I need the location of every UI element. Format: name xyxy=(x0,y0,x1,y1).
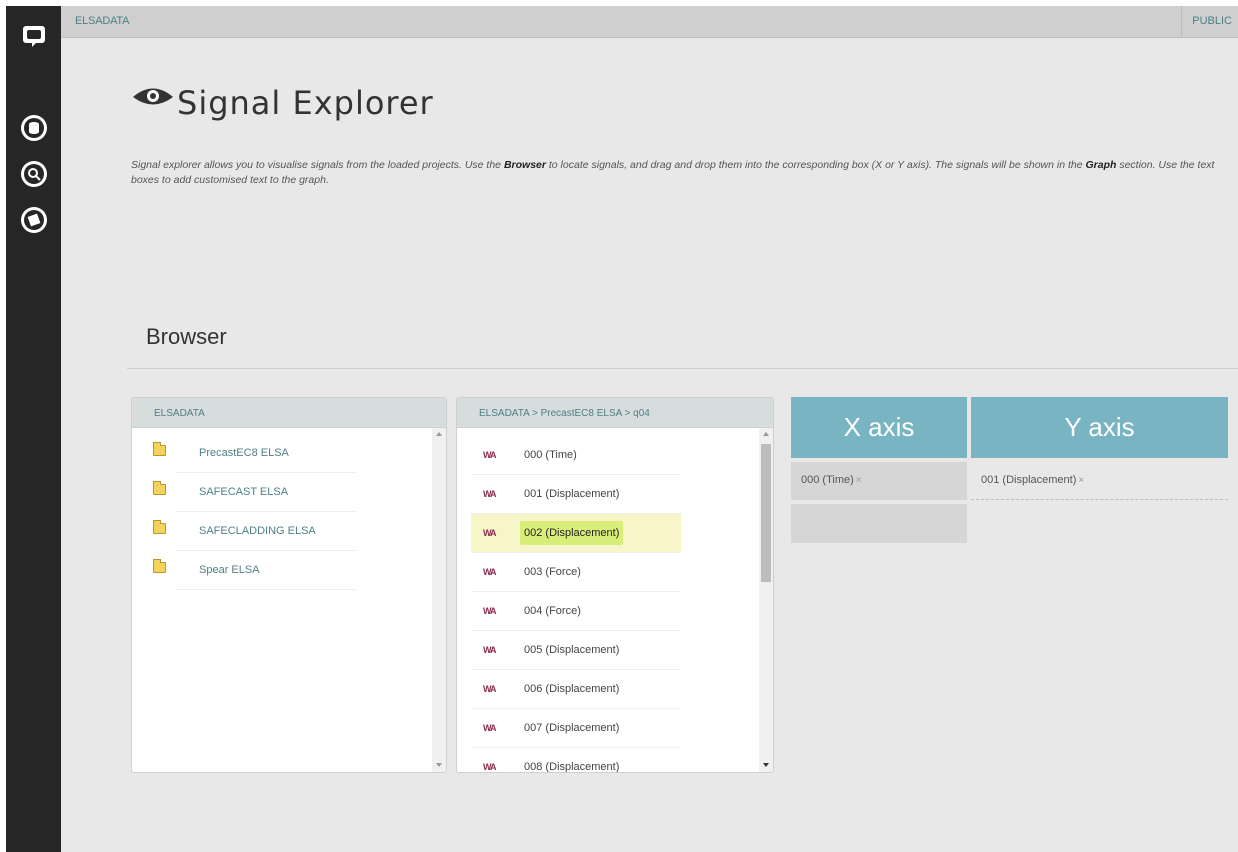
y-axis-signal: 001 (Displacement) xyxy=(981,474,1077,486)
x-axis-empty-slot[interactable] xyxy=(791,504,967,543)
signal-label: 007 (Displacement) xyxy=(524,722,620,734)
waveform-icon: WA xyxy=(483,762,496,772)
signal-label: 003 (Force) xyxy=(524,566,581,578)
signals-panel-breadcrumb[interactable]: ELSADATA > PrecastEC8 ELSA > q04 xyxy=(457,398,773,428)
sidebar-item-manual[interactable] xyxy=(6,200,61,240)
waveform-icon: WA xyxy=(483,645,496,655)
waveform-icon: WA xyxy=(483,450,496,460)
scroll-down-icon[interactable] xyxy=(436,763,442,767)
signal-item[interactable]: WA 008 (Displacement) xyxy=(471,748,681,773)
sidebar-logo-button[interactable] xyxy=(6,16,61,56)
signal-item[interactable]: WA 002 (Displacement) xyxy=(471,514,681,553)
waveform-icon: WA xyxy=(483,567,496,577)
browser-section-title: Browser xyxy=(146,324,227,349)
waveform-icon: WA xyxy=(483,723,496,733)
signal-label: 002 (Displacement) xyxy=(520,521,624,545)
signal-label: 001 (Displacement) xyxy=(524,488,620,500)
main-content: ELSADATA PUBLIC Signal Explorer Signal e… xyxy=(61,6,1238,852)
signal-item[interactable]: WA 001 (Displacement) xyxy=(471,475,681,514)
x-axis-dropzone[interactable]: 000 (Time) × xyxy=(791,462,967,500)
breadcrumb[interactable]: ELSADATA xyxy=(75,15,129,27)
y-axis-header: Y axis xyxy=(971,397,1228,458)
sidebar-item-search[interactable] xyxy=(6,154,61,194)
sidebar-item-database[interactable] xyxy=(6,108,61,148)
signal-label: 006 (Displacement) xyxy=(524,683,620,695)
projects-scrollbar[interactable] xyxy=(432,428,446,772)
left-sidebar xyxy=(6,6,61,852)
project-folder-item[interactable]: SAFECAST ELSA xyxy=(153,473,356,512)
signal-label: 000 (Time) xyxy=(524,449,577,461)
projects-panel-header[interactable]: ELSADATA xyxy=(132,398,446,428)
intro-browser-term: Browser xyxy=(503,159,546,171)
project-folder-label: SAFECAST ELSA xyxy=(199,486,289,498)
signals-panel: ELSADATA > PrecastEC8 ELSA > q04 WA 000 (… xyxy=(456,397,774,773)
scrollbar-thumb[interactable] xyxy=(761,444,771,582)
signal-label: 008 (Displacement) xyxy=(524,761,620,773)
signal-item[interactable]: WA 005 (Displacement) xyxy=(471,631,681,670)
waveform-icon: WA xyxy=(483,684,496,694)
scroll-up-icon[interactable] xyxy=(436,432,442,436)
signal-item[interactable]: WA 007 (Displacement) xyxy=(471,709,681,748)
project-folder-label: Spear ELSA xyxy=(199,564,260,576)
scroll-up-icon[interactable] xyxy=(763,432,769,436)
database-icon xyxy=(20,115,47,141)
signal-item[interactable]: WA 003 (Force) xyxy=(471,553,681,592)
page-intro: Signal explorer allows you to visualise … xyxy=(131,159,1215,186)
remove-x-signal-icon[interactable]: × xyxy=(856,475,862,486)
public-link[interactable]: PUBLIC xyxy=(1181,6,1238,38)
project-folder-label: SAFECLADDING ELSA xyxy=(199,525,316,537)
x-axis-signal: 000 (Time) xyxy=(801,474,854,486)
project-folder-item[interactable]: Spear ELSA xyxy=(153,551,356,590)
search-icon xyxy=(20,161,47,187)
page-title: Signal Explorer xyxy=(177,84,434,122)
waveform-icon: WA xyxy=(483,489,496,499)
remove-y-signal-icon[interactable]: × xyxy=(1078,475,1084,486)
signal-item[interactable]: WA 006 (Displacement) xyxy=(471,670,681,709)
project-folder-item[interactable]: SAFECLADDING ELSA xyxy=(153,512,356,551)
project-folder-label: PrecastEC8 ELSA xyxy=(199,447,289,459)
project-folder-item[interactable]: PrecastEC8 ELSA xyxy=(153,434,356,473)
signal-label: 005 (Displacement) xyxy=(524,644,620,656)
signal-item[interactable]: WA 004 (Force) xyxy=(471,592,681,631)
folder-icon xyxy=(153,442,166,456)
projects-panel: ELSADATA PrecastEC8 ELSA SAFECAST ELSA SAF… xyxy=(131,397,447,773)
x-axis-header: X axis xyxy=(791,397,967,458)
signal-label: 004 (Force) xyxy=(524,605,581,617)
section-divider xyxy=(127,368,1238,369)
folder-icon xyxy=(153,481,166,495)
y-axis-dropzone[interactable]: 001 (Displacement) × xyxy=(971,462,1228,500)
chat-logo-icon xyxy=(22,26,45,47)
page-header: Signal Explorer xyxy=(131,84,434,122)
signals-list: WA 000 (Time) WA 001 (Displacement) WA 002 (D… xyxy=(457,428,773,773)
manual-icon xyxy=(20,207,47,233)
projects-list: PrecastEC8 ELSA SAFECAST ELSA SAFECLADDING… xyxy=(132,428,446,772)
folder-icon xyxy=(153,520,166,534)
eye-icon xyxy=(133,88,173,105)
waveform-icon: WA xyxy=(483,528,496,538)
waveform-icon: WA xyxy=(483,606,496,616)
intro-graph-term: Graph xyxy=(1085,159,1117,171)
signals-scrollbar[interactable] xyxy=(759,428,773,772)
folder-icon xyxy=(153,559,166,573)
top-bar: ELSADATA PUBLIC xyxy=(61,6,1238,38)
signal-item[interactable]: WA 000 (Time) xyxy=(471,436,681,475)
scroll-down-icon[interactable] xyxy=(763,763,769,767)
